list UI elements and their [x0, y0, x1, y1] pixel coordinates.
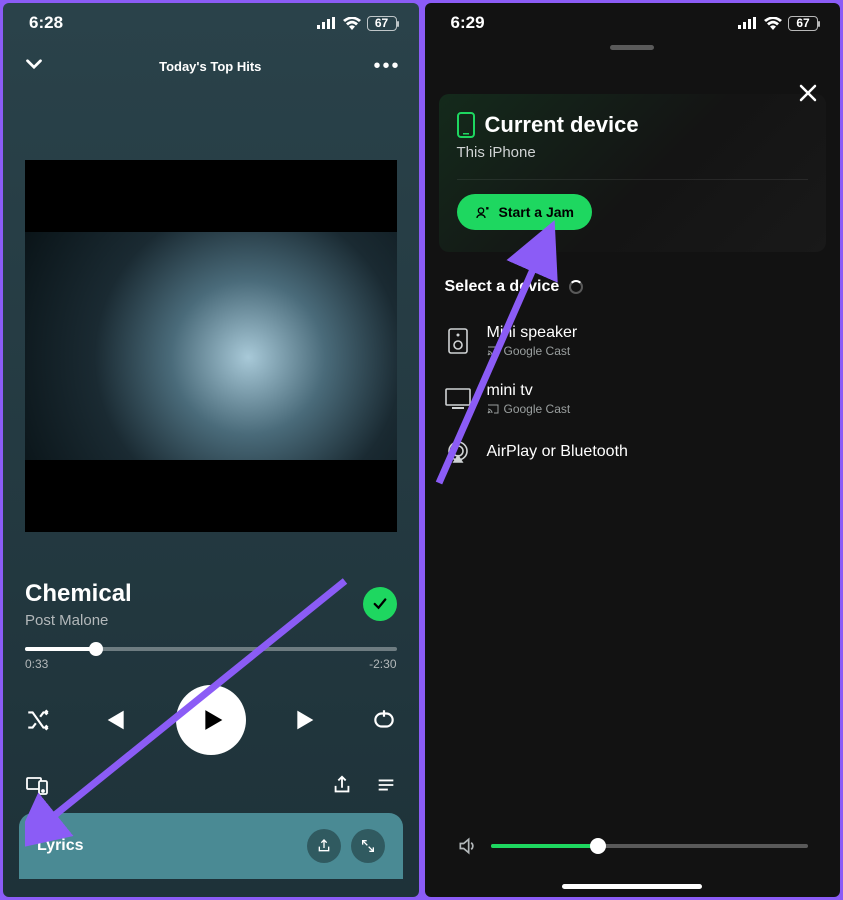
connect-sheet-screen: 6:29 67 Current device This iPhone Start…	[425, 3, 841, 897]
device-row-tv[interactable]: mini tv Google Cast	[439, 370, 827, 428]
status-icons: 67	[317, 16, 397, 31]
status-time: 6:28	[29, 13, 63, 33]
current-device-card: Current device This iPhone Start a Jam	[439, 94, 827, 252]
wifi-icon	[764, 17, 782, 30]
home-indicator[interactable]	[562, 884, 702, 889]
playlist-title: Today's Top Hits	[159, 59, 261, 74]
lyrics-share-icon[interactable]	[307, 829, 341, 863]
next-track-icon[interactable]	[292, 704, 324, 736]
player-header: Today's Top Hits •••	[3, 37, 419, 90]
cast-icon	[487, 404, 499, 414]
lyrics-expand-icon[interactable]	[351, 829, 385, 863]
airplay-icon	[445, 440, 471, 464]
close-icon[interactable]	[796, 81, 820, 110]
track-artist[interactable]: Post Malone	[25, 612, 132, 629]
tv-icon	[445, 388, 471, 410]
repeat-icon[interactable]	[371, 707, 397, 733]
battery-icon: 67	[367, 16, 397, 31]
start-jam-button[interactable]: Start a Jam	[457, 194, 592, 230]
jam-icon	[475, 204, 491, 220]
device-meta: Google Cast	[487, 402, 571, 416]
cellular-icon	[738, 17, 758, 29]
playback-controls	[3, 681, 419, 759]
chevron-down-icon[interactable]	[21, 51, 47, 82]
phone-icon	[457, 112, 475, 138]
album-art	[3, 160, 419, 532]
volume-icon	[457, 836, 477, 856]
track-title: Chemical	[25, 580, 132, 608]
device-row-airplay[interactable]: AirPlay or Bluetooth	[439, 428, 827, 476]
cast-icon	[487, 346, 499, 356]
speaker-icon	[445, 328, 471, 354]
elapsed-time: 0:33	[25, 657, 48, 671]
status-bar: 6:28 67	[3, 3, 419, 37]
devices-icon[interactable]	[25, 773, 49, 797]
select-device-label: Select a device	[445, 278, 821, 296]
device-name: mini tv	[487, 382, 571, 400]
lyrics-label: Lyrics	[37, 837, 84, 855]
queue-icon[interactable]	[375, 774, 397, 796]
cellular-icon	[317, 17, 337, 29]
share-icon[interactable]	[331, 774, 353, 796]
status-bar: 6:29 67	[425, 3, 841, 37]
player-footer	[3, 763, 419, 807]
current-device-name: This iPhone	[457, 144, 809, 180]
saved-check-icon[interactable]	[363, 587, 397, 621]
loading-spinner-icon	[569, 280, 583, 294]
previous-track-icon[interactable]	[97, 704, 129, 736]
shuffle-icon[interactable]	[25, 707, 51, 733]
wifi-icon	[343, 17, 361, 30]
battery-icon: 67	[788, 16, 818, 31]
progress-slider[interactable]: 0:33 -2:30	[3, 647, 419, 671]
status-icons: 67	[738, 16, 818, 31]
volume-slider[interactable]	[439, 836, 827, 856]
current-device-heading: Current device	[485, 112, 639, 138]
device-name: AirPlay or Bluetooth	[487, 443, 628, 461]
device-name: Mini speaker	[487, 324, 578, 342]
device-row-speaker[interactable]: Mini speaker Google Cast	[439, 312, 827, 370]
lyrics-card[interactable]: Lyrics	[19, 813, 403, 879]
remaining-time: -2:30	[369, 657, 396, 671]
more-icon[interactable]: •••	[373, 55, 400, 78]
jam-label: Start a Jam	[499, 204, 574, 220]
device-meta: Google Cast	[487, 344, 578, 358]
now-playing-screen: 6:28 67 Today's Top Hits ••• Chemical Po…	[3, 3, 419, 897]
status-time: 6:29	[451, 13, 485, 33]
track-meta: Chemical Post Malone	[3, 580, 419, 629]
play-button[interactable]	[176, 685, 246, 755]
